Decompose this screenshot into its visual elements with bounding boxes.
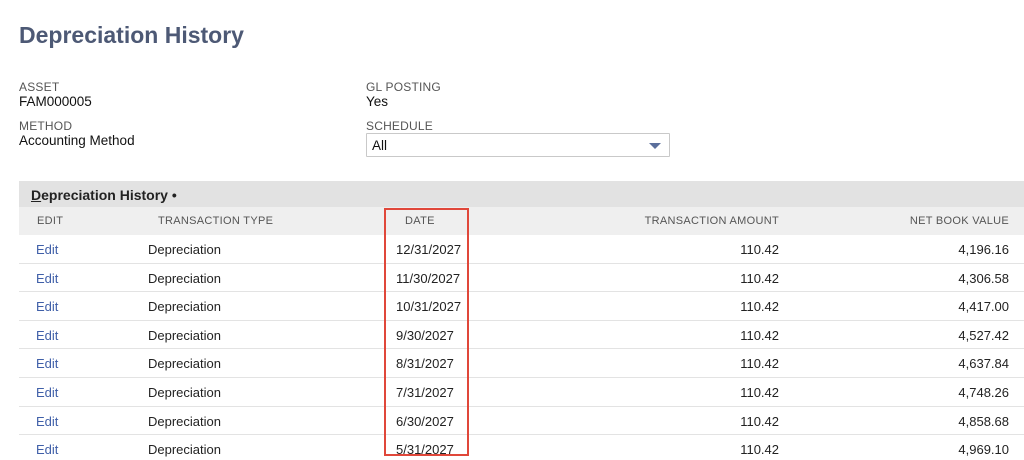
method-field: METHOD Accounting Method [19,120,135,149]
transaction-type-cell: Depreciation [148,270,221,286]
date-cell: 6/30/2027 [396,413,454,429]
net-book-value-cell: 4,748.26 [958,384,1009,400]
table-row: Edit Depreciation 8/31/2027 110.42 4,637… [19,349,1024,378]
gl-posting-field: GL POSTING Yes [366,81,441,110]
transaction-amount-cell: 110.42 [740,299,779,315]
depreciation-history-section-header: Depreciation History • [19,181,1024,207]
transaction-type-cell: Depreciation [148,356,221,372]
transaction-amount-cell: 110.42 [740,413,779,429]
transaction-type-cell: Depreciation [148,327,221,343]
transaction-amount-cell: 110.42 [740,270,779,286]
net-book-value-cell: 4,196.16 [958,242,1009,257]
edit-link[interactable]: Edit [36,442,58,457]
edit-link[interactable]: Edit [36,356,58,371]
table-row: Edit Depreciation 9/30/2027 110.42 4,527… [19,320,1024,350]
date-cell: 7/31/2027 [396,384,454,400]
net-book-value-cell: 4,306.58 [958,270,1009,286]
asset-field: ASSET FAM000005 [19,81,92,110]
edit-link[interactable]: Edit [36,242,58,257]
table-row: Edit Depreciation 10/31/2027 110.42 4,41… [19,292,1024,321]
method-value: Accounting Method [19,133,135,148]
schedule-selected-value: All [372,138,388,153]
net-book-value-cell: 4,858.68 [958,413,1009,429]
schedule-label: SCHEDULE [366,119,433,133]
net-book-value-cell: 4,417.00 [958,299,1009,315]
date-cell: 9/30/2027 [396,327,454,343]
schedule-field: SCHEDULE [366,120,433,133]
edit-link[interactable]: Edit [36,299,58,314]
net-book-value-cell: 4,969.10 [958,442,1009,458]
transaction-amount-cell: 110.42 [740,384,779,400]
edit-link[interactable]: Edit [36,414,58,429]
date-cell: 11/30/2027 [396,270,461,286]
net-book-value-cell: 4,637.84 [958,356,1009,372]
transaction-type-cell: Depreciation [148,384,221,400]
transaction-type-cell: Depreciation [148,413,221,429]
transaction-type-cell: Depreciation [148,242,221,257]
transaction-type-cell: Depreciation [148,442,221,458]
date-cell: 8/31/2027 [396,356,454,372]
edit-link[interactable]: Edit [36,328,58,343]
table-row: Edit Depreciation 12/31/2027 110.42 4,19… [19,235,1024,264]
gl-posting-value: Yes [366,94,389,109]
method-label: METHOD [19,119,73,133]
section-title-accesskey: D [31,187,42,203]
transaction-amount-cell: 110.42 [740,356,779,372]
header-date: DATE [405,215,435,227]
header-net-book-value: NET BOOK VALUE [909,215,1009,227]
date-cell: 12/31/2027 [396,242,462,257]
net-book-value-cell: 4,527.42 [958,327,1009,343]
asset-value: FAM000005 [19,94,92,109]
date-cell: 5/31/2027 [396,442,454,458]
table-row: Edit Depreciation 5/31/2027 110.42 4,969… [19,435,1024,460]
header-transaction-amount: TRANSACTION AMOUNT [644,215,779,227]
schedule-select[interactable]: All [366,133,670,157]
section-title-marker: • [167,187,177,203]
table-row: Edit Depreciation 11/30/2027 110.42 4,30… [19,263,1024,293]
transaction-type-cell: Depreciation [148,299,221,315]
gl-posting-label: GL POSTING [366,80,441,94]
header-edit: EDIT [37,215,64,227]
table-row: Edit Depreciation 7/31/2027 110.42 4,748… [19,377,1024,407]
edit-link[interactable]: Edit [36,385,58,400]
section-title-rest: epreciation History [41,187,168,203]
header-transaction-type: TRANSACTION TYPE [158,215,274,227]
chevron-down-icon[interactable] [649,143,661,149]
transaction-amount-cell: 110.42 [740,242,779,257]
table-row: Edit Depreciation 6/30/2027 110.42 4,858… [19,406,1024,436]
table-header-row: EDIT TRANSACTION TYPE DATE TRANSACTION A… [19,207,1024,235]
date-cell: 10/31/2027 [396,299,462,315]
depreciation-history-table: EDIT TRANSACTION TYPE DATE TRANSACTION A… [19,207,1024,460]
transaction-amount-cell: 110.42 [740,442,779,458]
page-title: Depreciation History [19,22,244,48]
section-title: Depreciation History • [31,187,177,203]
asset-label: ASSET [19,80,60,94]
transaction-amount-cell: 110.42 [740,327,779,343]
edit-link[interactable]: Edit [36,271,58,286]
